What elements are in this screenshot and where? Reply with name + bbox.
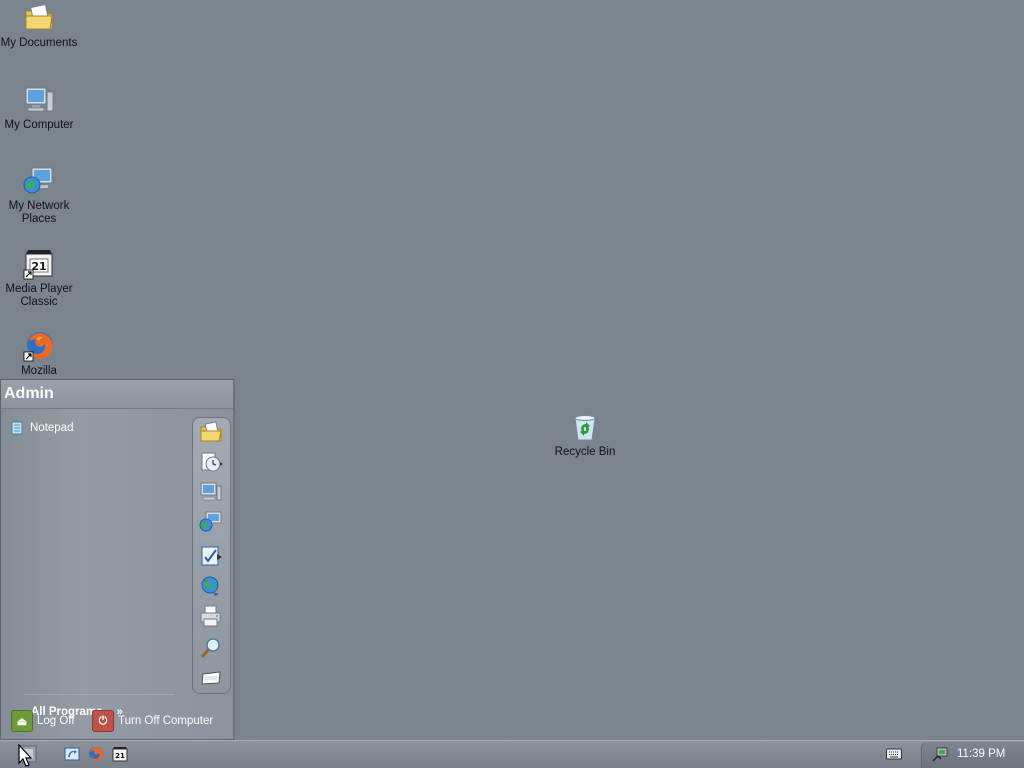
desktop-icon-my-network-places[interactable]: My Network Places (0, 165, 78, 226)
network-icon[interactable] (932, 747, 948, 763)
log-off-icon: ⏏ (11, 710, 33, 732)
computer-icon (25, 87, 54, 112)
desktop-icon-label: Media Player Classic (5, 283, 73, 308)
notepad-icon (11, 421, 23, 435)
search-icon[interactable] (199, 636, 223, 660)
svg-text:21: 21 (115, 752, 125, 760)
start-menu: Admin Notepad All Programs » ⏏ Log Off ⏻… (0, 379, 235, 740)
network-places-icon[interactable] (199, 510, 223, 534)
internet-icon[interactable] (199, 574, 223, 598)
turn-off-computer-button[interactable]: ⏻ Turn Off Computer (92, 709, 213, 733)
printers-icon[interactable] (199, 604, 223, 628)
turn-off-label: Turn Off Computer (118, 715, 214, 727)
run-icon[interactable] (199, 666, 223, 690)
desktop-icon-my-computer[interactable]: My Computer (0, 84, 78, 132)
network-places-icon (23, 167, 53, 194)
mouse-cursor-icon (18, 744, 33, 767)
recycle-bin-icon (574, 415, 596, 441)
my-documents-icon[interactable] (199, 420, 223, 444)
desktop-icon-mozilla[interactable]: Mozilla (0, 330, 78, 378)
clock[interactable]: 11:39 PM (957, 748, 1005, 760)
desktop-icon-my-documents[interactable]: My Documents (0, 2, 78, 50)
desktop-icon-label: My Network Places (8, 200, 70, 225)
desktop-icon-label: Recycle Bin (554, 446, 616, 458)
desktop-icon-media-player-classic[interactable]: 21 Media Player Classic (0, 248, 78, 309)
system-tray: 11:39 PM (921, 742, 1024, 768)
log-off-label: Log Off (37, 715, 75, 727)
folder-documents-icon (25, 3, 53, 30)
program-item-label: Notepad (30, 422, 74, 434)
start-menu-footer: ⏏ Log Off ⏻ Turn Off Computer (1, 704, 233, 740)
show-desktop-icon[interactable] (64, 746, 80, 762)
firefox-icon[interactable] (88, 746, 104, 762)
power-icon: ⏻ (92, 710, 114, 732)
media-player-icon: 21 (23, 250, 53, 280)
desktop-icon-label: My Documents (0, 37, 78, 49)
start-menu-divider (24, 694, 174, 695)
desktop-icon-label: Mozilla (21, 365, 57, 377)
control-panel-icon[interactable] (199, 544, 223, 568)
recent-documents-icon[interactable] (199, 450, 223, 474)
desktop-icon-label: My Computer (4, 119, 74, 131)
firefox-icon (23, 332, 53, 362)
start-menu-programs-pane: Notepad All Programs » (2, 410, 190, 718)
svg-text:21: 21 (31, 260, 46, 273)
my-computer-icon[interactable] (199, 480, 223, 504)
start-menu-header: Admin (1, 380, 233, 409)
user-name: Admin (4, 385, 54, 402)
log-off-button[interactable]: ⏏ Log Off (11, 709, 75, 733)
taskbar: 21 11:39 PM (0, 740, 1024, 768)
keyboard-icon[interactable] (886, 748, 902, 760)
program-item-notepad[interactable]: Notepad (10, 420, 73, 436)
start-menu-places-pane (192, 417, 231, 694)
desktop-icon-recycle-bin[interactable]: Recycle Bin (546, 411, 624, 459)
media-player-icon[interactable]: 21 (112, 746, 128, 762)
